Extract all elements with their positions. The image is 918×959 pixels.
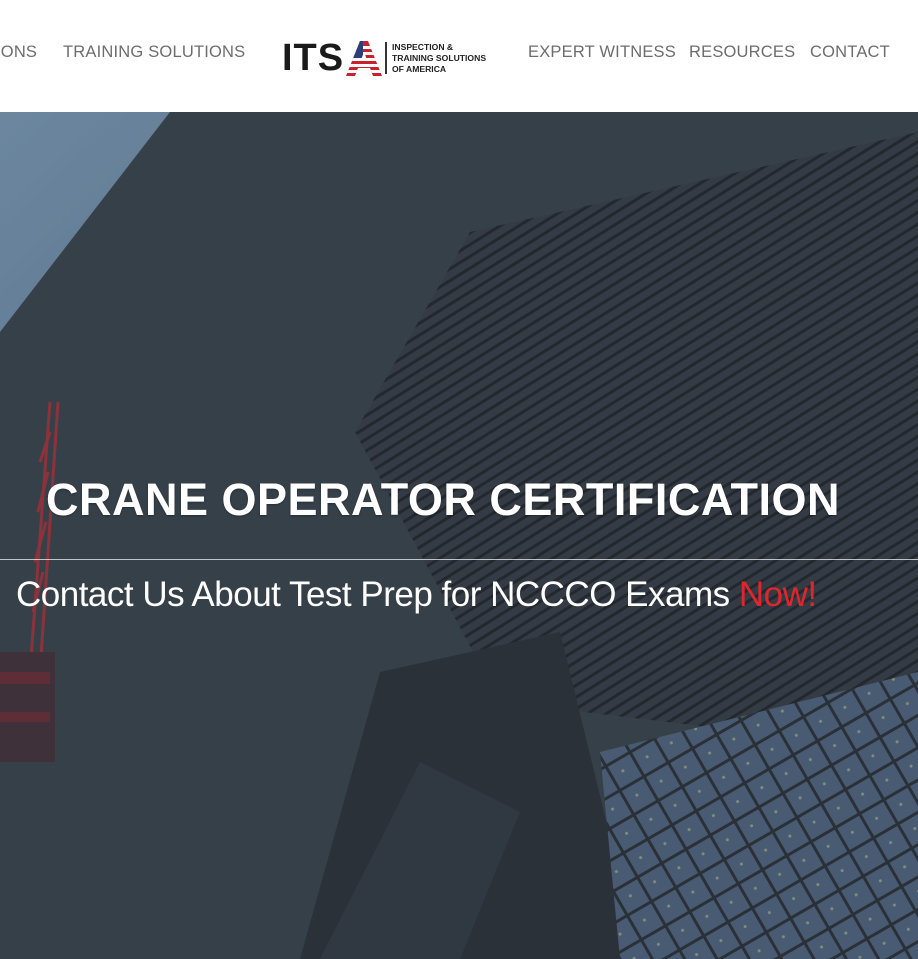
nav-link-training-solutions[interactable]: TRAINING SOLUTIONS: [63, 43, 245, 62]
flag-a-icon: [346, 41, 382, 76]
nav-link-solutions[interactable]: IONS: [0, 43, 37, 62]
logo-divider: [385, 42, 387, 74]
logo-wordmark: ITS: [282, 37, 345, 79]
hero-divider: [0, 559, 918, 560]
hero-subtitle-text: Contact Us About Test Prep for NCCCO Exa…: [16, 575, 739, 614]
logo-tagline-line-1: INSPECTION &: [392, 42, 454, 52]
hero-title: CRANE OPERATOR CERTIFICATION: [46, 474, 841, 525]
site-header: IONS TRAINING SOLUTIONS ITS INSPECTION &…: [0, 0, 918, 112]
hero-subtitle[interactable]: Contact Us About Test Prep for NCCCO Exa…: [16, 575, 817, 615]
hero-banner: CRANE OPERATOR CERTIFICATION Contact Us …: [0, 112, 918, 959]
logo-tagline-line-2: TRAINING SOLUTIONS: [392, 53, 487, 63]
logo-tagline: INSPECTION & TRAINING SOLUTIONS OF AMERI…: [392, 42, 486, 75]
nav-link-resources[interactable]: RESOURCES: [689, 43, 795, 62]
logo-tagline-line-3: OF AMERICA: [392, 64, 447, 74]
nav-link-contact[interactable]: CONTACT: [810, 43, 890, 62]
hero-background-image: [0, 112, 918, 959]
itsa-logo[interactable]: ITS INSPECTION & TRAINING SOLUTIONS OF A…: [282, 38, 498, 78]
hero-subtitle-now-link[interactable]: Now!: [739, 575, 817, 614]
nav-link-expert-witness[interactable]: EXPERT WITNESS: [528, 43, 676, 62]
